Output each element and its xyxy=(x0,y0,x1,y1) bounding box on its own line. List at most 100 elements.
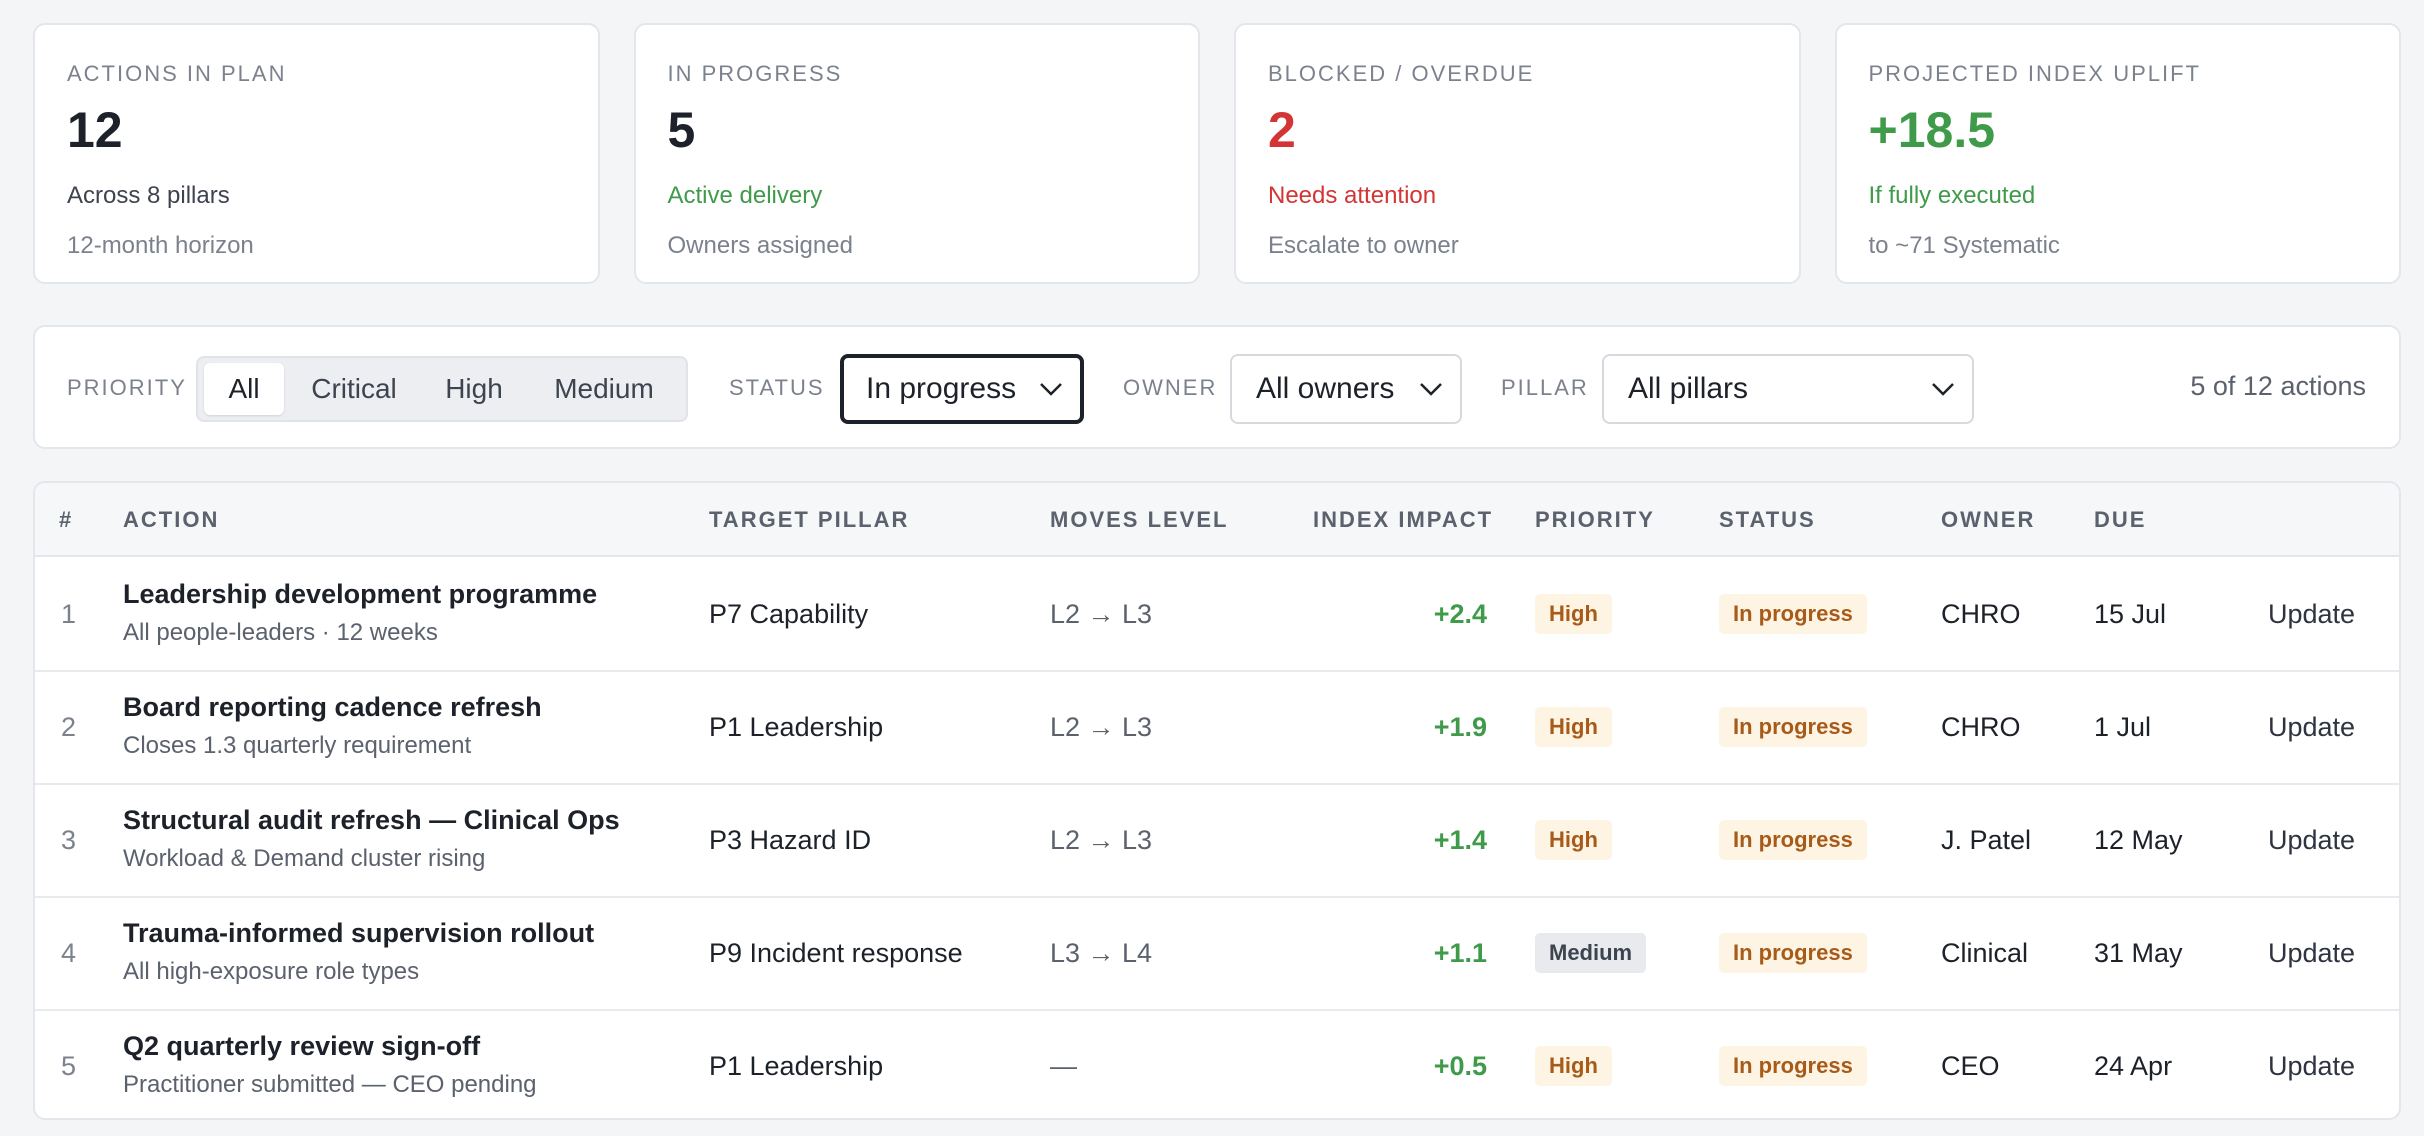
kpi-sub2: Owners assigned xyxy=(667,232,853,259)
index-impact: +0.5 xyxy=(1433,1051,1487,1081)
kpi-sub: Across 8 pillars xyxy=(67,182,230,209)
index-impact: +1.9 xyxy=(1433,712,1487,742)
status-filter-label: STATUS xyxy=(729,375,825,400)
row-number: 3 xyxy=(61,825,77,855)
table-row[interactable]: 2 Board reporting cadence refresh Closes… xyxy=(35,672,2399,785)
row-number: 4 xyxy=(61,938,77,968)
kpi-value: 2 xyxy=(1268,102,1296,158)
priority-badge: High xyxy=(1535,1046,1612,1086)
kpi-label: BLOCKED / OVERDUE xyxy=(1268,61,1535,86)
update-button[interactable]: Update xyxy=(2268,938,2355,969)
index-impact: +2.4 xyxy=(1433,599,1487,629)
action-subtitle: All high-exposure role types xyxy=(123,958,420,985)
due-date: 15 Jul xyxy=(2094,599,2167,629)
column-header-status: STATUS xyxy=(1719,507,1816,532)
kpi-sub2: Escalate to owner xyxy=(1268,232,1459,259)
owner-filter-label: OWNER xyxy=(1123,375,1218,400)
column-header-moves-level: MOVES LEVEL xyxy=(1050,507,1229,532)
moves-level: — xyxy=(1050,1051,1077,1081)
action-subtitle: Workload & Demand cluster rising xyxy=(123,845,486,872)
status-badge: In progress xyxy=(1719,1046,1867,1086)
target-pillar: P9 Incident response xyxy=(709,938,963,968)
update-button[interactable]: Update xyxy=(2268,599,2355,630)
update-button[interactable]: Update xyxy=(2268,712,2355,743)
moves-level: L2 → L3 xyxy=(1050,599,1153,629)
row-number: 2 xyxy=(61,712,77,742)
table-row[interactable]: 5 Q2 quarterly review sign-off Practitio… xyxy=(35,1011,2399,1118)
kpi-label: PROJECTED INDEX UPLIFT xyxy=(1868,61,2201,86)
kpi-label: ACTIONS IN PLAN xyxy=(67,61,287,86)
priority-option-critical[interactable]: Critical xyxy=(290,363,418,415)
kpi-sub2: 12-month horizon xyxy=(67,232,254,259)
column-header-target-pillar: TARGET PILLAR xyxy=(709,507,910,532)
pillar-select-value: All pillars xyxy=(1628,372,1749,405)
kpi-sub: Needs attention xyxy=(1268,182,1437,209)
row-number: 1 xyxy=(61,599,77,629)
owner-select[interactable]: All owners xyxy=(1230,354,1462,424)
target-pillar: P3 Hazard ID xyxy=(709,825,872,855)
action-subtitle: All people-leaders · 12 weeks xyxy=(123,619,438,646)
update-button[interactable]: Update xyxy=(2268,1051,2355,1082)
table-header: # ACTION TARGET PILLAR MOVES LEVEL INDEX… xyxy=(35,483,2399,557)
update-button[interactable]: Update xyxy=(2268,825,2355,856)
table-row[interactable]: 3 Structural audit refresh — Clinical Op… xyxy=(35,785,2399,898)
due-date: 12 May xyxy=(2094,825,2183,855)
table-row[interactable]: 4 Trauma-informed supervision rollout Al… xyxy=(35,898,2399,1011)
kpi-sub2: to ~71 Systematic xyxy=(1868,232,2060,259)
owner: J. Patel xyxy=(1941,825,2032,855)
action-title: Board reporting cadence refresh xyxy=(123,692,542,722)
priority-segmented-control: All Critical High Medium xyxy=(196,356,688,422)
status-select-value: In progress xyxy=(866,372,1017,405)
moves-level: L2 → L3 xyxy=(1050,825,1153,855)
chevron-down-icon xyxy=(1932,383,1954,396)
kpi-value: 12 xyxy=(67,102,123,158)
status-badge: In progress xyxy=(1719,707,1867,747)
action-plan-page: ACTIONS IN PLAN 12 Across 8 pillars 12-m… xyxy=(0,0,2424,1136)
action-subtitle: Closes 1.3 quarterly requirement xyxy=(123,732,472,759)
chevron-down-icon xyxy=(1420,383,1442,396)
index-impact: +1.1 xyxy=(1433,938,1487,968)
filter-bar: PRIORITY All Critical High Medium STATUS… xyxy=(33,325,2401,449)
column-header-number: # xyxy=(59,507,74,532)
target-pillar: P1 Leadership xyxy=(709,1051,884,1081)
column-header-index-impact: INDEX IMPACT xyxy=(1313,507,1494,532)
priority-option-all[interactable]: All xyxy=(204,363,284,415)
due-date: 1 Jul xyxy=(2094,712,2152,742)
status-badge: In progress xyxy=(1719,594,1867,634)
action-title: Leadership development programme xyxy=(123,579,598,609)
priority-option-high[interactable]: High xyxy=(424,363,524,415)
owner: CEO xyxy=(1941,1051,2000,1081)
actions-table: # ACTION TARGET PILLAR MOVES LEVEL INDEX… xyxy=(33,481,2401,1120)
kpi-sub: Active delivery xyxy=(667,182,823,209)
action-title: Trauma-informed supervision rollout xyxy=(123,918,595,948)
kpi-value: 5 xyxy=(667,102,696,158)
action-subtitle: Practitioner submitted — CEO pending xyxy=(123,1071,537,1098)
kpi-card-in-progress: IN PROGRESS 5 Active delivery Owners ass… xyxy=(633,23,1200,284)
chevron-down-icon xyxy=(1040,383,1062,396)
owner-select-value: All owners xyxy=(1256,372,1395,405)
kpi-card-blocked: BLOCKED / OVERDUE 2 Needs attention Esca… xyxy=(1234,23,1801,284)
index-impact: +1.4 xyxy=(1433,825,1487,855)
kpi-value: +18.5 xyxy=(1868,102,1996,158)
status-select[interactable]: In progress xyxy=(840,354,1084,424)
column-header-due: DUE xyxy=(2094,507,2147,532)
priority-option-medium[interactable]: Medium xyxy=(530,363,678,415)
status-badge: In progress xyxy=(1719,933,1867,973)
action-title: Q2 quarterly review sign-off xyxy=(123,1031,481,1061)
table-row[interactable]: 1 Leadership development programme All p… xyxy=(35,559,2399,672)
due-date: 31 May xyxy=(2094,938,2183,968)
result-count: 5 of 12 actions xyxy=(2190,371,2366,401)
owner: Clinical xyxy=(1941,938,2029,968)
owner: CHRO xyxy=(1941,712,2021,742)
due-date: 24 Apr xyxy=(2094,1051,2173,1081)
target-pillar: P1 Leadership xyxy=(709,712,884,742)
priority-badge: High xyxy=(1535,707,1612,747)
priority-badge: High xyxy=(1535,594,1612,634)
kpi-card-actions: ACTIONS IN PLAN 12 Across 8 pillars 12-m… xyxy=(33,23,600,284)
kpi-label: IN PROGRESS xyxy=(667,61,843,86)
pillar-select[interactable]: All pillars xyxy=(1602,354,1974,424)
column-header-priority: PRIORITY xyxy=(1535,507,1655,532)
priority-badge: High xyxy=(1535,820,1612,860)
kpi-card-uplift: PROJECTED INDEX UPLIFT +18.5 If fully ex… xyxy=(1834,23,2401,284)
moves-level: L3 → L4 xyxy=(1050,938,1153,968)
